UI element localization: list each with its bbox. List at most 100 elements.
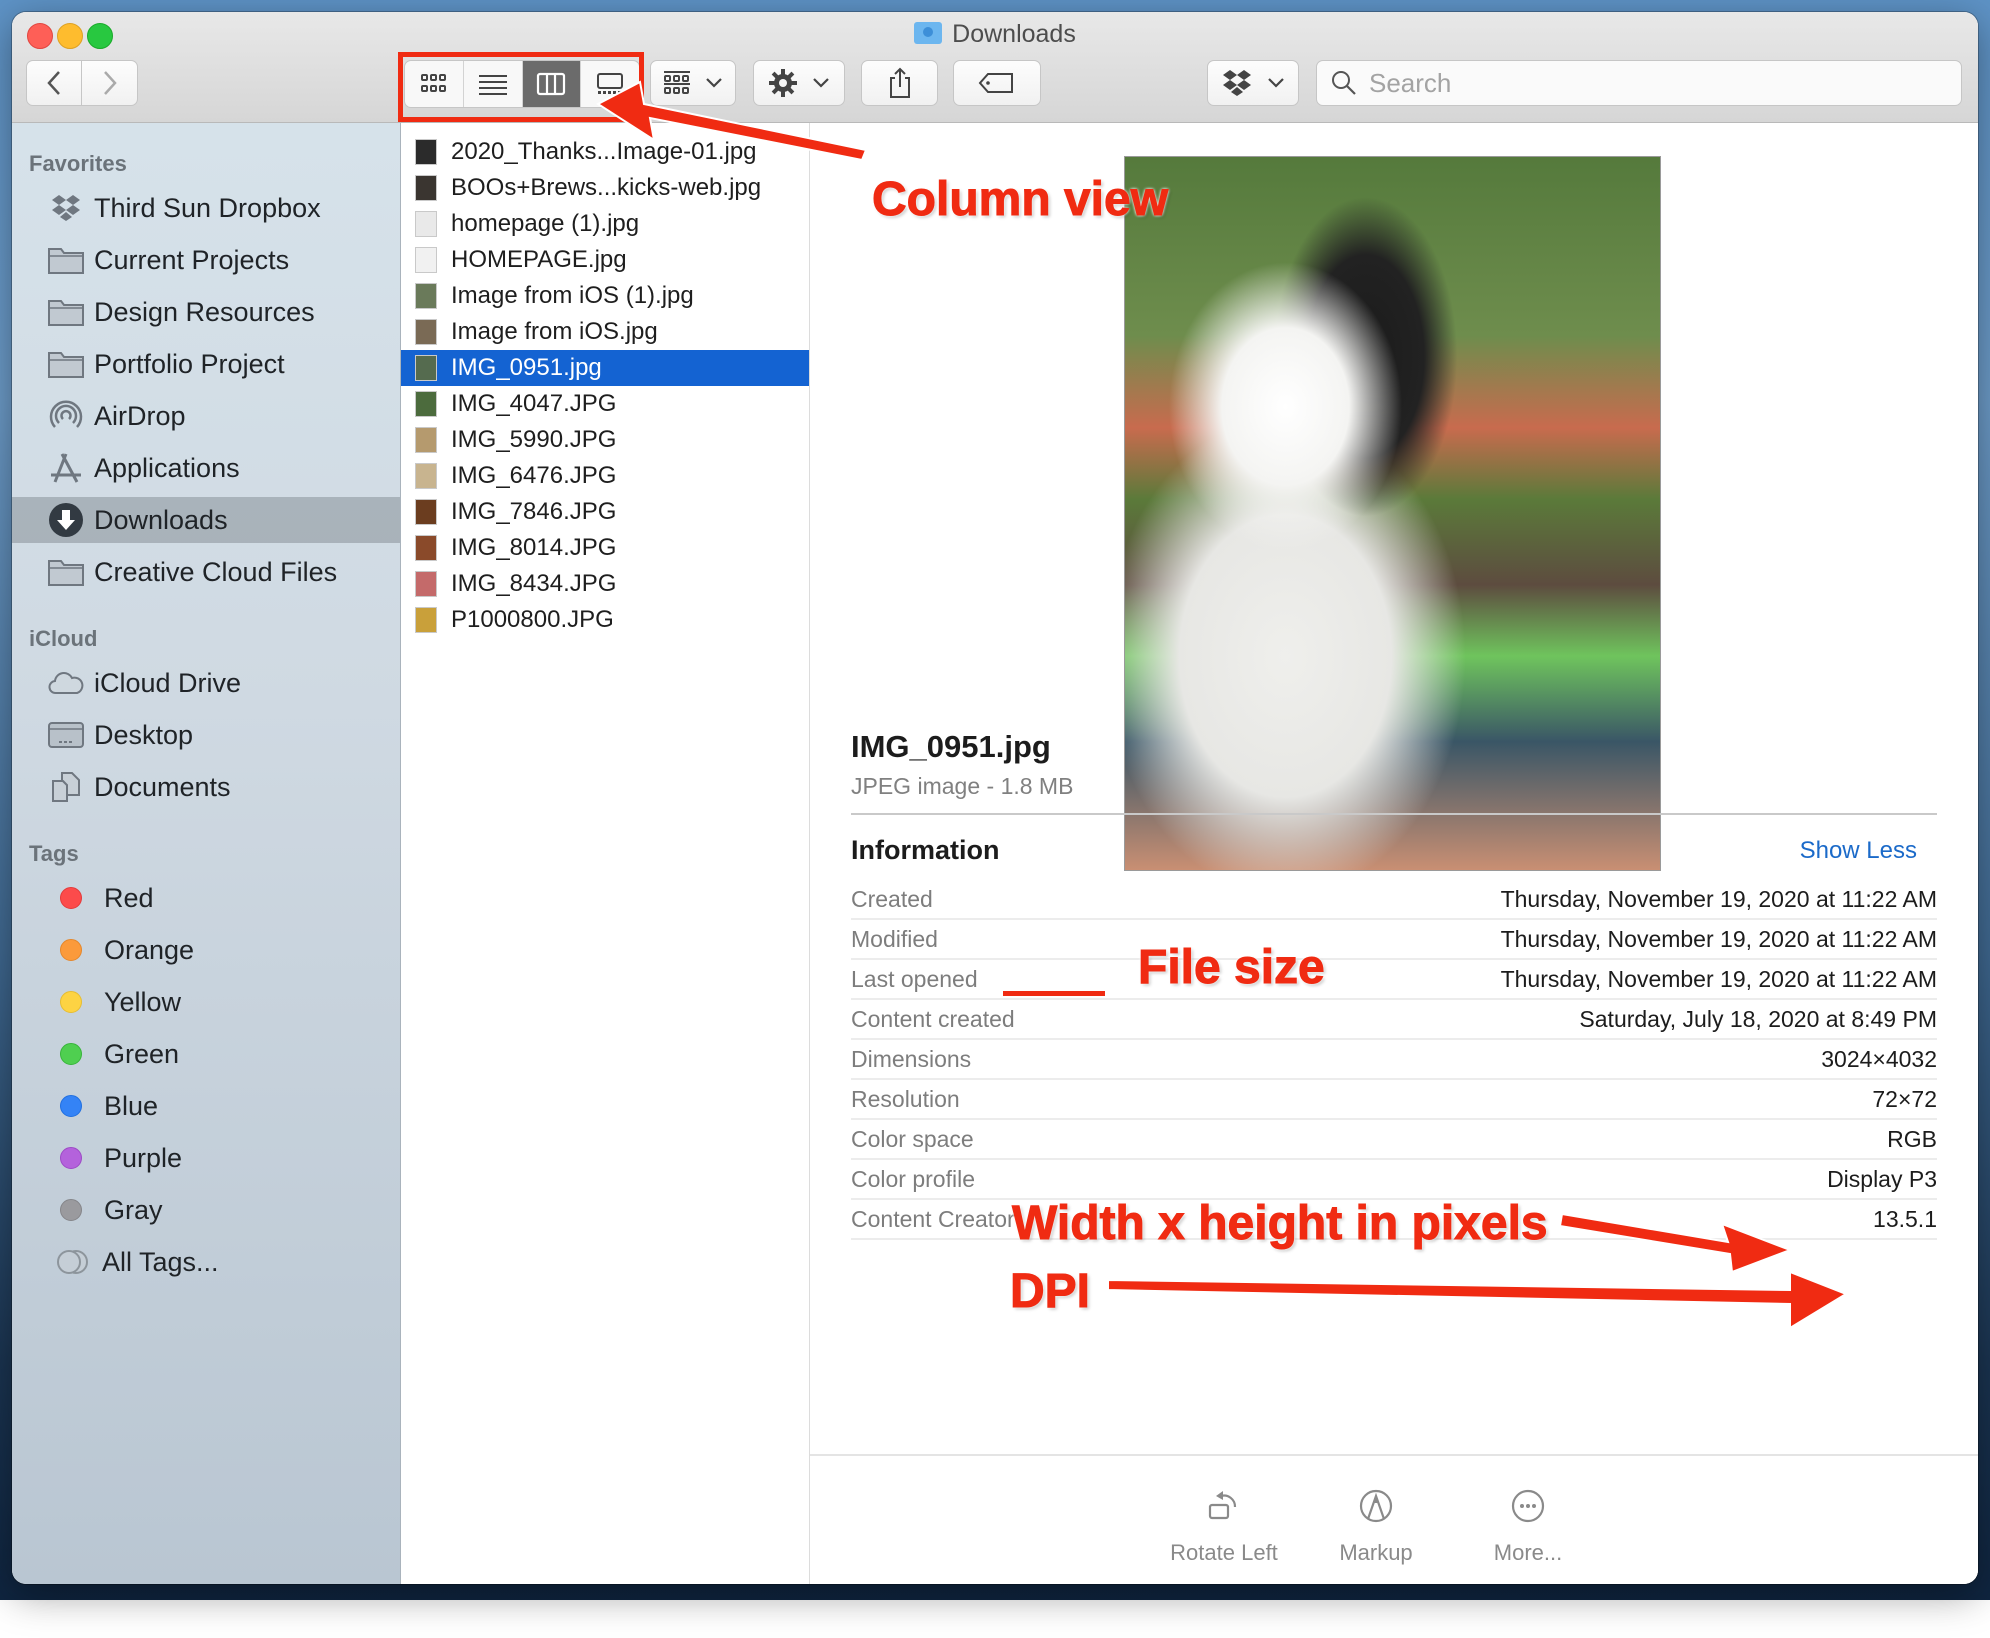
window-title: Downloads bbox=[12, 20, 1978, 49]
sidebar-item-label: Current Projects bbox=[94, 244, 290, 275]
file-list-item[interactable]: IMG_4047.JPG bbox=[401, 386, 809, 422]
show-less-link[interactable]: Show Less bbox=[1800, 837, 1917, 865]
info-row: Color profile Display P3 bbox=[851, 1160, 1937, 1200]
sidebar-item-label: Portfolio Project bbox=[94, 348, 285, 379]
file-list-item[interactable]: HOMEPAGE.jpg bbox=[401, 242, 809, 278]
back-button[interactable] bbox=[26, 60, 82, 106]
dropbox-icon bbox=[1223, 70, 1251, 96]
rotate-left-icon bbox=[1208, 1491, 1237, 1520]
documents-icon bbox=[48, 772, 84, 802]
folder-icon bbox=[48, 297, 84, 327]
file-list-item[interactable]: IMG_7846.JPG bbox=[401, 494, 809, 530]
sidebar-item-label: Red bbox=[104, 882, 154, 913]
preview-pane: IMG_0951.jpg JPEG image - 1.8 MB Informa… bbox=[810, 123, 1978, 1584]
sidebar-item-label: Documents bbox=[94, 771, 231, 802]
rotate-left-button[interactable]: Rotate Left bbox=[1149, 1486, 1299, 1566]
info-value: 72×72 bbox=[1872, 1085, 1937, 1112]
file-name: IMG_8014.JPG bbox=[451, 534, 617, 561]
sidebar-item-airdrop[interactable]: AirDrop bbox=[12, 393, 400, 439]
folder-icon bbox=[48, 557, 84, 587]
sidebar-item-label: Gray bbox=[104, 1194, 163, 1225]
file-name: homepage (1).jpg bbox=[451, 210, 640, 237]
info-value: Thursday, November 19, 2020 at 11:22 AM bbox=[1500, 885, 1937, 912]
file-list-item[interactable]: 2020_Thanks...Image-01.jpg bbox=[401, 134, 809, 170]
image-preview bbox=[1124, 156, 1661, 871]
search-input[interactable] bbox=[1367, 66, 1931, 100]
more-label: More... bbox=[1493, 1540, 1563, 1565]
info-key: Last opened bbox=[851, 965, 978, 992]
sidebar-item-third-sun-dropbox[interactable]: Third Sun Dropbox bbox=[12, 185, 400, 231]
info-row: Resolution 72×72 bbox=[851, 1080, 1937, 1120]
sidebar-tag-all-tags[interactable]: All Tags... bbox=[12, 1239, 400, 1285]
file-name: IMG_6476.JPG bbox=[451, 462, 617, 489]
sidebar-item-design-resources[interactable]: Design Resources bbox=[12, 289, 400, 335]
file-list-item[interactable]: IMG_0951.jpg bbox=[401, 350, 809, 386]
file-name: Image from iOS.jpg bbox=[451, 318, 658, 345]
sidebar-tag-red[interactable]: Red bbox=[12, 875, 400, 921]
search-icon bbox=[1332, 71, 1356, 95]
file-name: HOMEPAGE.jpg bbox=[451, 246, 627, 273]
info-row: Dimensions 3024×4032 bbox=[851, 1040, 1937, 1080]
file-list-item[interactable]: BOOs+Brews...kicks-web.jpg bbox=[401, 170, 809, 206]
file-list-item[interactable]: Image from iOS.jpg bbox=[401, 314, 809, 350]
column-view-highlight bbox=[398, 52, 644, 122]
sidebar-tag-yellow[interactable]: Yellow bbox=[12, 979, 400, 1025]
group-button[interactable] bbox=[650, 60, 736, 106]
tag-color-red-icon bbox=[60, 887, 82, 909]
file-list-item[interactable]: IMG_8434.JPG bbox=[401, 566, 809, 602]
sidebar-section-icloud: iCloud bbox=[29, 626, 98, 651]
file-size: 1.8 MB bbox=[1000, 773, 1074, 799]
annotation-dimensions: Width x height in pixels bbox=[1012, 1197, 1549, 1251]
sidebar-item-label: Third Sun Dropbox bbox=[94, 192, 321, 223]
tag-color-purple-icon bbox=[60, 1147, 82, 1169]
sidebar-item-documents[interactable]: Documents bbox=[12, 764, 400, 810]
sidebar-item-current-projects[interactable]: Current Projects bbox=[12, 237, 400, 283]
file-list-item[interactable]: IMG_6476.JPG bbox=[401, 458, 809, 494]
file-thumbnail-icon bbox=[415, 571, 437, 597]
info-row: Modified Thursday, November 19, 2020 at 1… bbox=[851, 920, 1937, 960]
dropbox-menu-button[interactable] bbox=[1207, 60, 1299, 106]
info-key: Color profile bbox=[851, 1165, 975, 1192]
file-list-item[interactable]: IMG_5990.JPG bbox=[401, 422, 809, 458]
sidebar-item-downloads[interactable]: Downloads bbox=[12, 497, 400, 543]
sidebar-item-label: Applications bbox=[94, 452, 240, 483]
file-list-item[interactable]: Image from iOS (1).jpg bbox=[401, 278, 809, 314]
markup-button[interactable]: Markup bbox=[1301, 1486, 1451, 1566]
sidebar-item-portfolio-project[interactable]: Portfolio Project bbox=[12, 341, 400, 387]
file-kind: JPEG image bbox=[851, 773, 981, 799]
cloud-icon bbox=[48, 668, 84, 698]
sidebar-tag-orange[interactable]: Orange bbox=[12, 927, 400, 973]
tag-button[interactable] bbox=[953, 60, 1041, 106]
file-name: P1000800.JPG bbox=[451, 606, 614, 633]
file-list-item[interactable]: P1000800.JPG bbox=[401, 602, 809, 638]
info-row: Content created Saturday, July 18, 2020 a… bbox=[851, 1000, 1937, 1040]
action-menu-button[interactable] bbox=[753, 60, 845, 106]
sidebar-item-applications[interactable]: Applications bbox=[12, 445, 400, 491]
file-thumbnail-icon bbox=[415, 535, 437, 561]
sidebar-item-label: Downloads bbox=[94, 504, 228, 535]
sidebar-tag-gray[interactable]: Gray bbox=[12, 1187, 400, 1233]
chevron-down-icon bbox=[706, 78, 722, 88]
file-thumbnail-icon bbox=[415, 211, 437, 237]
info-value: 3024×4032 bbox=[1821, 1045, 1937, 1072]
file-list-item[interactable]: IMG_8014.JPG bbox=[401, 530, 809, 566]
info-key: Content created bbox=[851, 1005, 1015, 1032]
sidebar-item-label: Orange bbox=[104, 934, 195, 965]
sidebar-item-icloud-drive[interactable]: iCloud Drive bbox=[12, 660, 400, 706]
more-button[interactable]: More... bbox=[1453, 1486, 1603, 1566]
share-button[interactable] bbox=[861, 60, 938, 106]
file-name: Image from iOS (1).jpg bbox=[451, 282, 694, 309]
chevron-down-icon bbox=[813, 78, 829, 88]
file-thumbnail-icon bbox=[415, 283, 437, 309]
forward-button[interactable] bbox=[82, 60, 138, 106]
sidebar-section-tags: Tags bbox=[29, 841, 79, 866]
sidebar-tag-green[interactable]: Green bbox=[12, 1031, 400, 1077]
sidebar-item-label: Blue bbox=[104, 1090, 159, 1121]
sidebar-tag-purple[interactable]: Purple bbox=[12, 1135, 400, 1181]
sidebar-item-creative-cloud-files[interactable]: Creative Cloud Files bbox=[12, 549, 400, 595]
file-list-item[interactable]: homepage (1).jpg bbox=[401, 206, 809, 242]
sidebar-item-desktop[interactable]: Desktop bbox=[12, 712, 400, 758]
gear-icon bbox=[769, 69, 797, 97]
search-field[interactable] bbox=[1316, 60, 1962, 106]
sidebar-tag-blue[interactable]: Blue bbox=[12, 1083, 400, 1129]
